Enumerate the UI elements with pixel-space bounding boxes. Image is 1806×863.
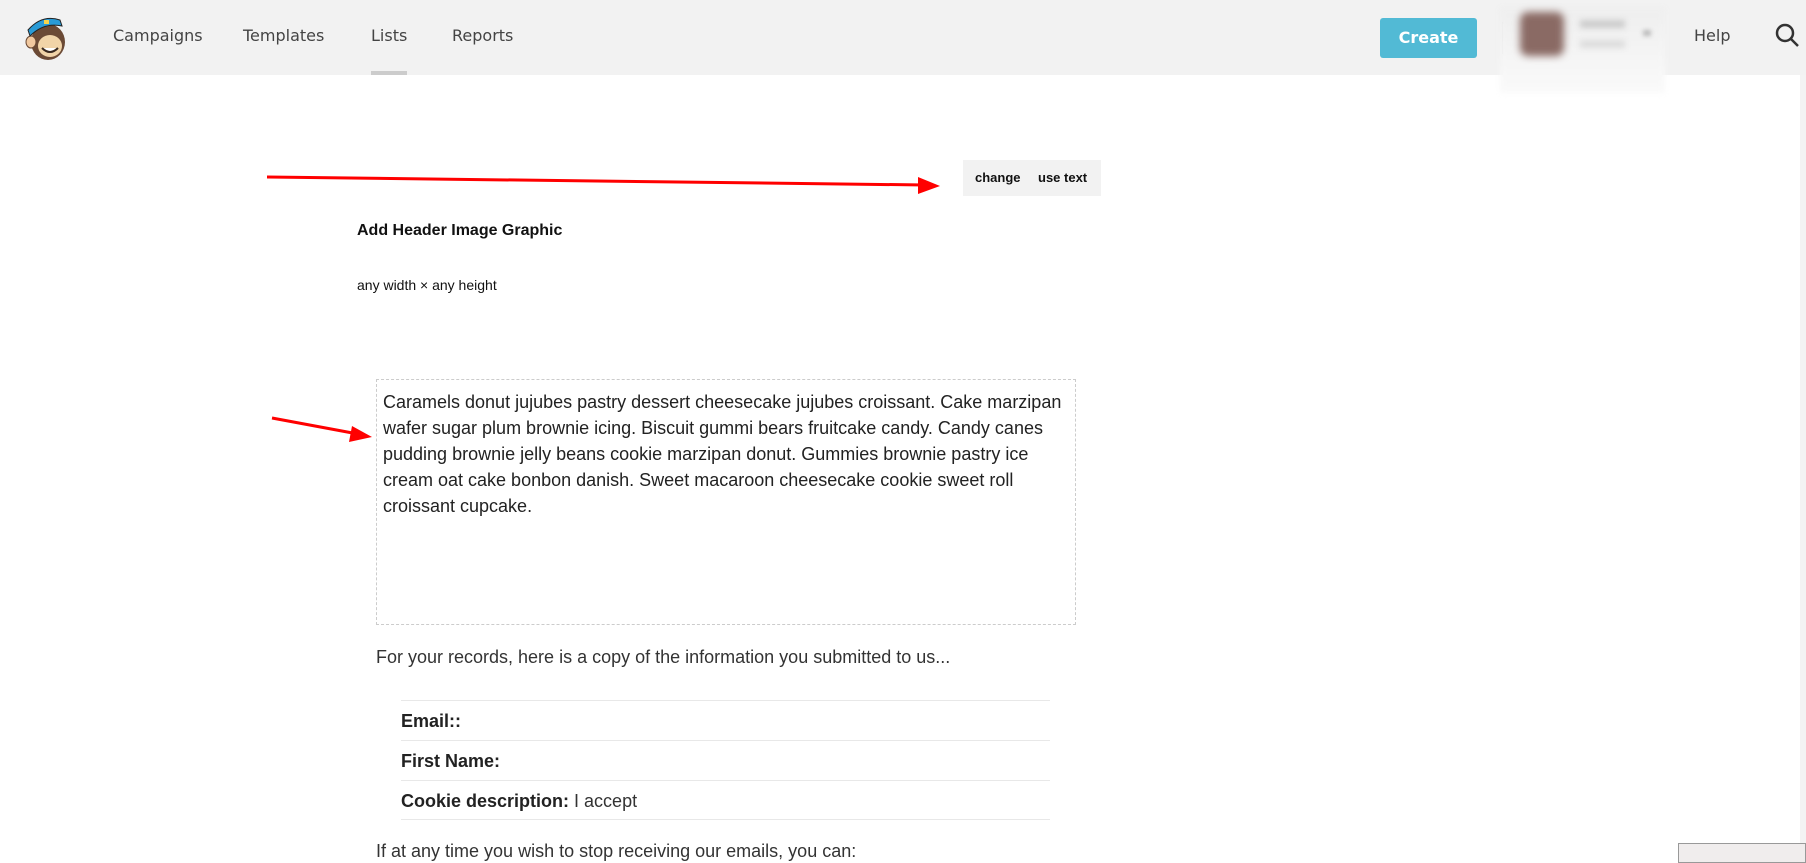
records-text: For your records, here is a copy of the … [376, 647, 951, 667]
red-arrow-icon [266, 175, 940, 194]
change-button[interactable]: change [975, 170, 1021, 185]
red-arrow-icon [271, 416, 372, 442]
table-row: Email:: [401, 700, 1050, 740]
field-label: Email:: [401, 711, 462, 731]
use-text-button[interactable]: use text [1038, 170, 1087, 185]
status-tooltip [1678, 843, 1806, 863]
header-image-title[interactable]: Add Header Image Graphic [357, 222, 562, 240]
field-value: I accept [574, 791, 638, 811]
header-image-dimensions: any width × any height [357, 277, 497, 293]
unsubscribe-text: If at any time you wish to stop receivin… [376, 841, 857, 861]
table-row: Cookie description: I accept [401, 780, 1050, 820]
editable-text-block[interactable]: Caramels donut jujubes pastry dessert ch… [376, 379, 1076, 625]
image-toolbar: change use text [963, 160, 1101, 196]
table-row: First Name: [401, 740, 1050, 780]
field-label: Cookie description: [401, 791, 570, 811]
field-label: First Name: [401, 751, 501, 771]
submitted-fields-table: Email:: First Name: Cookie description: … [401, 700, 1050, 820]
